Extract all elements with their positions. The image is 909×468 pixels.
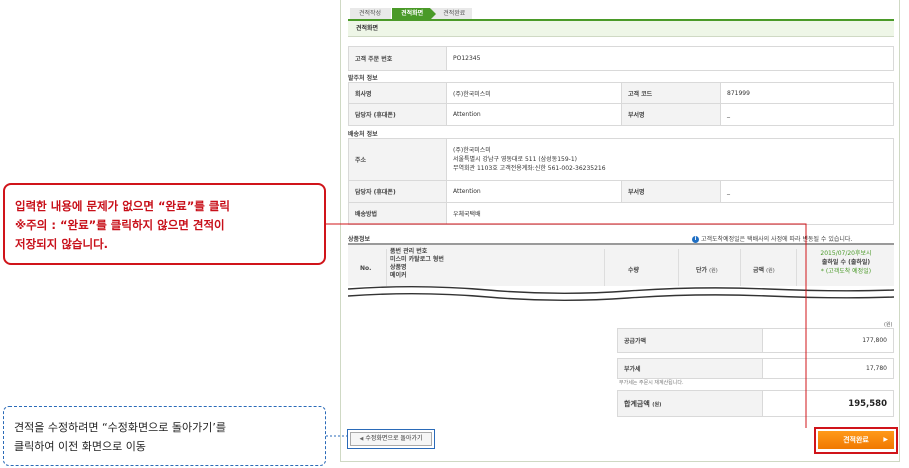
back-arrow-icon: ◀ [359,436,364,442]
address-value: (주)한국미스미 서울특별시 강남구 영동대로 511 (삼성동159-1) 무… [446,138,894,181]
orderer-table: 회사명 (주)한국미스미 고객 코드 871999 담당자 (휴대폰) Atte… [348,82,894,126]
col-item-line: 상품명 [390,264,407,271]
address-line: 서울특별시 강남구 영동대로 511 (삼성동159-1) [453,156,577,163]
column-divider [740,249,741,287]
info-icon: i [692,236,699,243]
play-arrow-icon: ▶ [883,436,888,443]
col-item-line: 메이커 [390,272,407,279]
col-date-line: 2015/07/20후보시 [820,250,872,257]
delivery-note-text: 고객도착예정일은 택배사의 사정에 따라 변동될 수 있습니다. [701,236,853,243]
po-table: 고객 주문 번호 PO12345 [348,46,894,71]
back-to-edit-label: 수정화면으로 돌아가기 [365,435,423,442]
totals-table: 공급가액 177,800 부가세 17,780 합계금액 (원) 195,580 [617,328,894,417]
total-unit: (원) [652,401,662,408]
orderer-dept-label: 부서명 [621,103,721,126]
col-item: 품번 관리 번호 미스미 카탈로그 형번 상품명 메이커 [390,248,444,280]
company-value: (주)한국미스미 [446,82,622,104]
col-date-line: * (고객도착 예정일) [820,268,872,275]
col-unit-label: 단가 [696,267,708,274]
po-label: 고객 주문 번호 [348,46,447,71]
delivery-note: i 고객도착예정일은 택배사의 사정에 따라 변동될 수 있습니다. [692,234,852,243]
col-item-line: 품번 관리 번호 [390,248,428,255]
col-ship-date: 2015/07/20후보시 출하일 수 (출하일) * (고객도착 예정일) [800,249,892,276]
customer-code-value: 871999 [720,82,894,104]
col-date-line: 출하일 수 (출하일) [821,259,871,266]
callout-line: ※주의 : “완료”를 클릭하지 않으면 견적이 [15,218,225,232]
back-to-edit-button[interactable]: ◀ 수정화면으로 돌아가기 [350,432,432,446]
column-divider [604,249,605,287]
column-divider [678,249,679,287]
complete-instruction-callout: 입력한 내용에 문제가 없으면 “완료”를 클릭 ※주의 : “완료”를 클릭하… [3,183,326,265]
orderer-dept-value: _ [720,103,894,126]
table-break-wave [348,286,894,306]
shipping-dept-label: 부서명 [621,180,721,203]
vat-value: 17,780 [762,358,894,379]
col-amount: 금액 (원) [753,265,775,274]
vat-note: 부가세는 주문시 재계산됩니다. [619,380,684,386]
total-label: 합계금액 [624,399,650,408]
shipping-manager-value: Attention [446,180,622,203]
shipping-table: 주소 (주)한국미스미 서울특별시 강남구 영동대로 511 (삼성동159-1… [348,138,894,225]
supply-value: 177,800 [762,328,894,353]
column-divider [386,249,387,287]
vat-label: 부가세 [617,358,763,379]
total-label-cell: 합계금액 (원) [617,390,763,417]
section-title: 견적화면 [348,21,894,37]
column-divider [796,249,797,287]
supply-label: 공급가액 [617,328,763,353]
col-no: No. [360,265,372,272]
address-line: 무역회관 1103호 고객전용계좌:신한 561-002-36235216 [453,165,606,172]
callout-line: 저장되지 않습니다. [15,237,109,251]
shipping-method-value: 우체국택배 [446,202,894,225]
callout-line: 클릭하여 이전 화면으로 이동 [14,440,146,453]
col-amount-won: (원) [766,268,775,274]
complete-estimate-label: 견적완료 [843,436,869,444]
complete-estimate-button[interactable]: 견적완료 ▶ [818,431,894,449]
shipping-title: 배송처 정보 [348,131,378,138]
callout-line: 입력한 내용에 문제가 없으면 “완료”를 클릭 [15,199,230,213]
address-label: 주소 [348,138,447,181]
col-unit-price: 단가 (원) [696,265,718,274]
col-item-line: 미스미 카탈로그 형번 [390,256,444,263]
address-line: (주)한국미스미 [453,147,491,154]
col-qty: 수량 [628,267,640,274]
shipping-dept-value: _ [720,180,894,203]
orderer-title: 발주처 정보 [348,75,378,82]
po-value: PO12345 [446,46,894,71]
company-label: 회사명 [348,82,447,104]
col-unit-won: (원) [709,268,718,274]
shipping-method-label: 배송방법 [348,202,447,225]
product-title: 상품정보 [348,236,371,243]
customer-code-label: 고객 코드 [621,82,721,104]
orderer-manager-label: 담당자 (휴대폰) [348,103,447,126]
totals-unit: (원) [884,322,893,328]
shipping-manager-label: 담당자 (휴대폰) [348,180,447,203]
edit-instruction-callout: 견적을 수정하려면 “수정화면으로 돌아가기’를 클릭하여 이전 화면으로 이동 [3,406,326,466]
orderer-manager-value: Attention [446,103,622,126]
total-value: 195,580 [762,390,894,417]
product-table-header: No. 품번 관리 번호 미스미 카탈로그 형번 상품명 메이커 수량 단가 (… [348,243,894,289]
col-amount-label: 금액 [753,267,765,274]
callout-line: 견적을 수정하려면 “수정화면으로 돌아가기’를 [14,421,226,434]
